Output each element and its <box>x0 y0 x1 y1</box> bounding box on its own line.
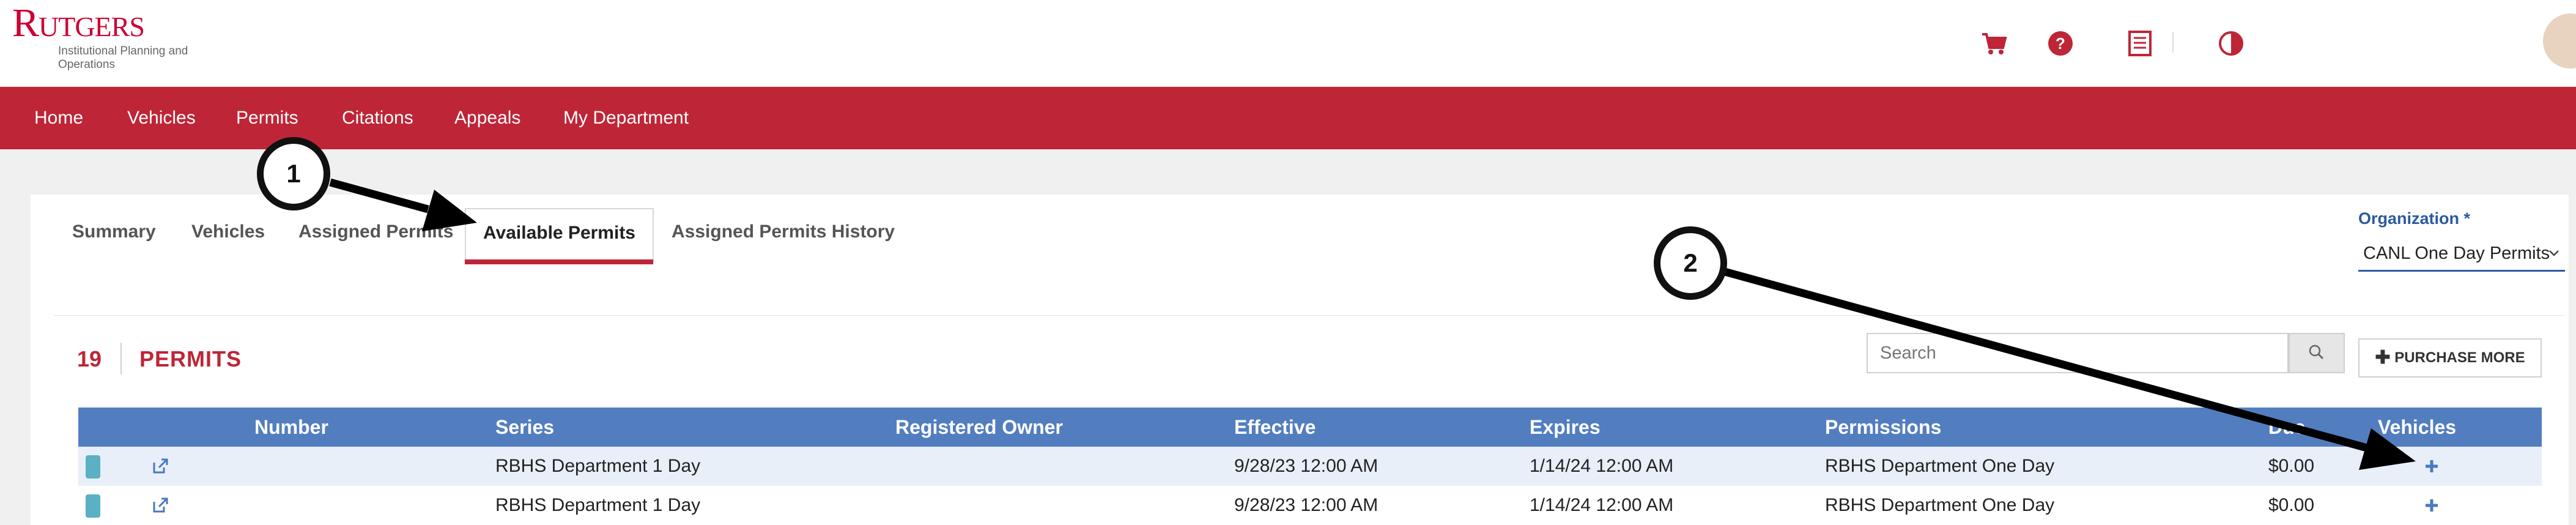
annotation-arrows <box>329 178 2416 470</box>
callout-marker-2: 2 <box>1654 226 1727 300</box>
callout-marker-1: 1 <box>257 137 330 210</box>
